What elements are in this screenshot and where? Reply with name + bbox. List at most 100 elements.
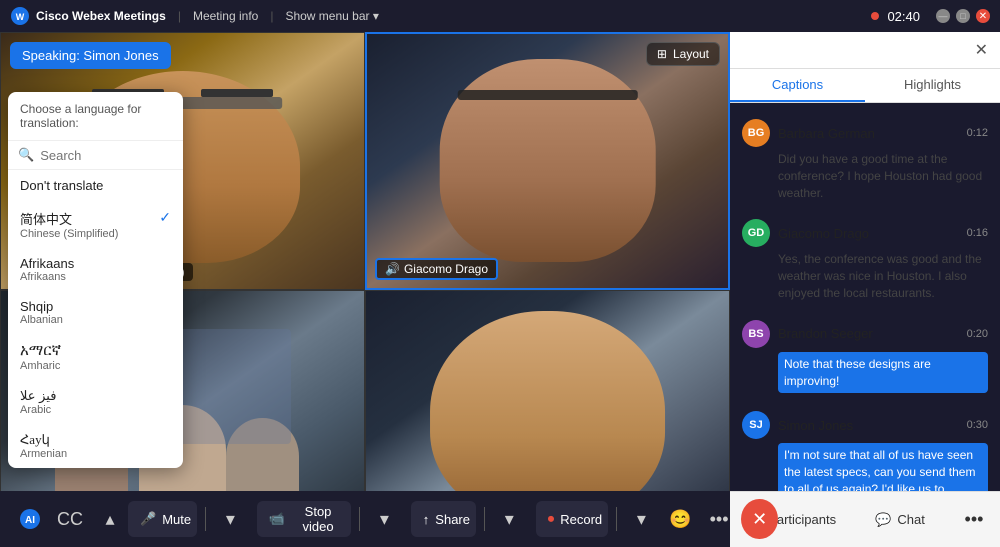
record-caret-button[interactable]: ▾ [625, 501, 658, 537]
search-input[interactable] [40, 148, 183, 163]
toolbar-center: 🎤 Mute ▾ 📹 Stop video ▾ ↑ Share ▾ ⏺ Reco… [128, 499, 778, 539]
panel-title: ✓ Captions & Highlights [742, 42, 906, 59]
caption-time-2: 0:16 [967, 227, 988, 239]
chevron-down-icon: ▾ [226, 509, 235, 530]
caption-meta-3: BS Brandon Seeger 0:20 [742, 320, 988, 348]
chat-icon: 💬 [875, 512, 891, 528]
ai-assistant-button[interactable]: AI [12, 501, 48, 537]
more-panel-button[interactable]: ••• [956, 502, 992, 538]
video-area: Speaking: Simon Jones ⊞ Layout 👤 Barbara… [0, 32, 730, 547]
caption-text-2: Yes, the conference was good and the wea… [778, 251, 988, 301]
share-icon: ↑ [423, 512, 430, 527]
caption-name-1: Barbara German [778, 126, 959, 141]
stop-video-button[interactable]: 📹 Stop video [257, 501, 351, 537]
close-panel-button[interactable]: ✕ [975, 40, 988, 60]
meeting-time: 02:40 [887, 9, 920, 24]
check-circle-icon: ✓ [742, 42, 754, 59]
share-button[interactable]: ↑ Share [411, 501, 476, 537]
caption-time-3: 0:20 [967, 328, 988, 340]
caption-meta-2: GD Giacomo Drago 0:16 [742, 219, 988, 247]
lang-option-chinese[interactable]: 简体中文 Chinese (Simplified) ✓ [8, 201, 183, 248]
camera-icon: 📹 [269, 511, 285, 527]
emoji-icon: 😊 [669, 509, 691, 530]
caption-meta-1: BG Barbara German 0:12 [742, 119, 988, 147]
caption-entry-2: GD Giacomo Drago 0:16 Yes, the conferenc… [730, 211, 1000, 309]
speaking-badge: Speaking: Simon Jones [10, 42, 171, 69]
language-dropdown: Choose a language for translation: 🔍 Don… [8, 92, 183, 468]
mic-icon: 🎤 [140, 511, 156, 527]
language-search[interactable]: 🔍 [8, 141, 183, 170]
title-bar: W Cisco Webex Meetings | Meeting info | … [0, 0, 1000, 32]
app-name: Cisco Webex Meetings [36, 9, 166, 23]
share-caret-button[interactable]: ▾ [493, 501, 526, 537]
lang-option-albanian[interactable]: Shqip Albanian [8, 291, 183, 334]
maximize-button[interactable]: □ [956, 9, 970, 23]
end-call-icon: ✕ [752, 509, 767, 530]
captions-caret-button[interactable]: ▴ [92, 501, 128, 537]
right-panel: ✓ Captions & Highlights ✕ Captions Highl… [730, 32, 1000, 547]
check-icon: ✓ [159, 209, 171, 226]
mute-caret-button[interactable]: ▾ [214, 501, 247, 537]
toolbar-left: AI CC ▴ [12, 501, 128, 537]
app-logo: W Cisco Webex Meetings [10, 6, 166, 26]
caption-meta-4: SJ Simon Jones 0:30 [742, 411, 988, 439]
panel-tabs: Captions Highlights [730, 69, 1000, 103]
video-cell-2: 🔊 Giacomo Drago [365, 32, 730, 290]
video-caret-button[interactable]: ▾ [368, 501, 401, 537]
captions-list: BG Barbara German 0:12 Did you have a go… [730, 103, 1000, 491]
avatar-4: SJ [742, 411, 770, 439]
captions-toggle-button[interactable]: CC [52, 501, 88, 537]
caption-text-4: I'm not sure that all of us have seen th… [778, 443, 988, 491]
meeting-info-link[interactable]: Meeting info [193, 9, 258, 23]
svg-text:AI: AI [25, 515, 35, 526]
chevron-down-icon-2: ▾ [380, 509, 389, 530]
dropdown-header: Choose a language for translation: [8, 92, 183, 141]
more-options-button[interactable]: ••• [703, 501, 736, 537]
bottom-toolbar: AI CC ▴ 🎤 Mute ▾ 📹 Stop video ▾ ↑ Share [0, 491, 730, 547]
window-controls: 02:40 — □ ✕ [871, 9, 990, 24]
recording-indicator [871, 12, 879, 20]
chevron-down-icon-4: ▾ [637, 509, 646, 530]
caption-name-3: Brandon Seeger [778, 326, 959, 341]
chevron-up-icon: ▴ [105, 509, 114, 530]
captions-icon: CC [57, 509, 83, 530]
caption-name-4: Simon Jones [778, 418, 959, 433]
mute-button[interactable]: 🎤 Mute [128, 501, 197, 537]
caption-time-4: 0:30 [967, 419, 988, 431]
minimize-button[interactable]: — [936, 9, 950, 23]
close-button[interactable]: ✕ [976, 9, 990, 23]
lang-option-amharic[interactable]: አማርኛ Amharic [8, 334, 183, 380]
caption-entry-1: BG Barbara German 0:12 Did you have a go… [730, 111, 1000, 209]
svg-text:W: W [16, 12, 25, 22]
search-icon: 🔍 [18, 147, 34, 163]
panel-header: ✓ Captions & Highlights ✕ [730, 32, 1000, 69]
chevron-down-icon-3: ▾ [505, 509, 514, 530]
layout-button[interactable]: ⊞ Layout [646, 42, 720, 66]
lang-option-no-translate[interactable]: Don't translate [8, 170, 183, 201]
main-layout: Speaking: Simon Jones ⊞ Layout 👤 Barbara… [0, 32, 1000, 547]
avatar-1: BG [742, 119, 770, 147]
caption-name-2: Giacomo Drago [778, 226, 959, 241]
layout-icon: ⊞ [657, 47, 667, 61]
emoji-button[interactable]: 😊 [664, 501, 697, 537]
caption-text-3: Note that these designs are improving! [778, 352, 988, 394]
avatar-3: BS [742, 320, 770, 348]
more-icon: ••• [965, 509, 984, 530]
caption-entry-4: SJ Simon Jones 0:30 I'm not sure that al… [730, 403, 1000, 491]
record-button[interactable]: ⏺ Record [536, 501, 608, 537]
chat-button[interactable]: 💬 Chat [850, 506, 950, 534]
show-menu-link[interactable]: Show menu bar ▾ [285, 9, 378, 23]
tab-captions[interactable]: Captions [730, 69, 865, 102]
lang-option-afrikaans[interactable]: Afrikaans Afrikaans [8, 248, 183, 291]
caption-time-1: 0:12 [967, 127, 988, 139]
ellipsis-icon: ••• [710, 509, 729, 530]
lang-option-armenian[interactable]: Հаyկ Armenian [8, 424, 183, 468]
avatar-2: GD [742, 219, 770, 247]
lang-option-arabic[interactable]: فيز علا Arabic [8, 380, 183, 424]
chevron-down-icon: ▾ [373, 9, 379, 23]
tab-highlights[interactable]: Highlights [865, 69, 1000, 102]
participant-name-2: 🔊 Giacomo Drago [375, 258, 498, 280]
caption-text-1: Did you have a good time at the conferen… [778, 151, 988, 201]
end-call-button[interactable]: ✕ [741, 499, 777, 539]
record-icon: ⏺ [548, 511, 555, 527]
